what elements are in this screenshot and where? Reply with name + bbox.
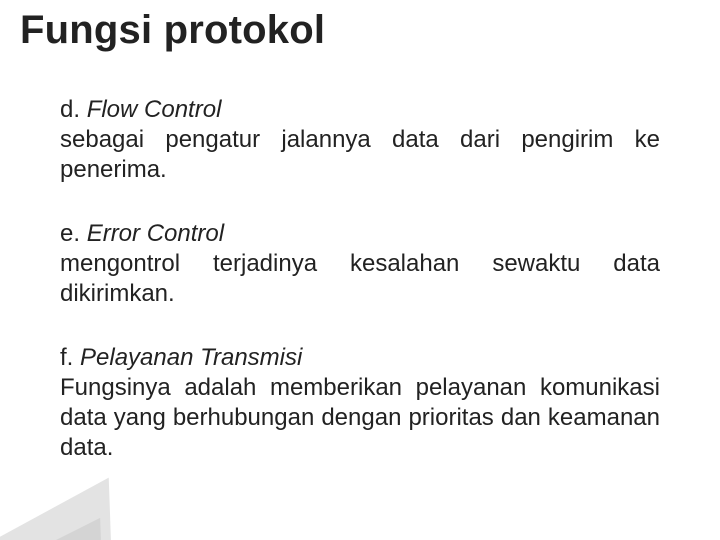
slide: Fungsi protokol d. Flow Control sebagai … (0, 0, 720, 540)
section-name: Flow Control (87, 96, 222, 123)
slide-body: d. Flow Control sebagai pengatur jalanny… (60, 95, 660, 497)
slide-title: Fungsi protokol (20, 8, 325, 53)
corner-accent-icon (0, 478, 111, 540)
section-marker: e. (60, 220, 87, 247)
section-text: Fungsinya adalah memberikan pelayanan ko… (60, 373, 660, 463)
section-text: sebagai pengatur jalannya data dari peng… (60, 125, 660, 185)
section-name: Error Control (87, 220, 224, 247)
section-flow-control: d. Flow Control sebagai pengatur jalanny… (60, 95, 660, 185)
section-heading: d. Flow Control (60, 95, 660, 125)
section-marker: d. (60, 96, 87, 123)
section-text: mengontrol terjadinya kesalahan sewaktu … (60, 249, 660, 309)
section-marker: f. (60, 344, 80, 371)
section-pelayanan-transmisi: f. Pelayanan Transmisi Fungsinya adalah … (60, 343, 660, 463)
section-error-control: e. Error Control mengontrol terjadinya k… (60, 219, 660, 309)
section-heading: e. Error Control (60, 219, 660, 249)
section-heading: f. Pelayanan Transmisi (60, 343, 660, 373)
section-name: Pelayanan Transmisi (80, 344, 302, 371)
